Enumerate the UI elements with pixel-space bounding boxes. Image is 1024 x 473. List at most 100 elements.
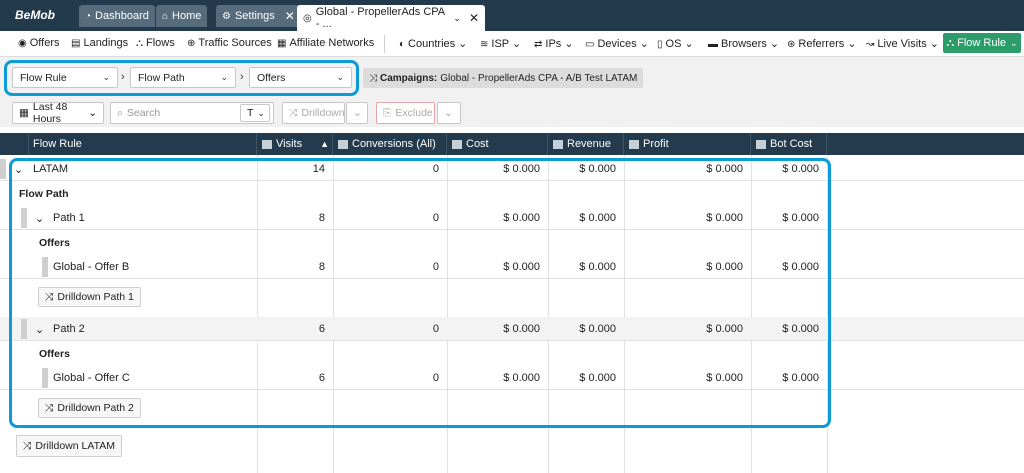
close-icon[interactable]: ✕ (285, 9, 295, 23)
chevron-down-icon: ⌄ (1010, 37, 1018, 48)
nav-label: Devices (597, 38, 637, 50)
search-placeholder: Search (126, 107, 161, 119)
flows-icon: ⛬ (136, 38, 143, 49)
nav-label: Flows (146, 37, 175, 49)
nav-label: OS (665, 38, 682, 50)
chart-line-icon: ↝ (866, 39, 875, 50)
nav-flows[interactable]: ⛬ Flows (136, 37, 175, 49)
nav-label: ISP (491, 38, 509, 50)
campaign-filter-badge[interactable]: ⤨ Campaigns: Global - PropellerAds CPA - A… (363, 68, 644, 88)
nav-ips[interactable]: ⇄ IPs ⌄ (534, 37, 574, 50)
nav-os[interactable]: ▯ OS ⌄ (657, 37, 694, 50)
nav-label: Landings (83, 37, 129, 49)
chevron-down-icon: ⌄ (257, 107, 265, 118)
nav-referrers[interactable]: ⊛ Referrers ⌄ (787, 37, 857, 50)
filter-icon[interactable] (553, 139, 563, 149)
tab-label: Dashboard (95, 10, 149, 22)
bemob-logo: BeMob (15, 8, 55, 22)
rows-highlight (9, 158, 831, 428)
nav-traffic-sources[interactable]: ⊕ Traffic Sources (187, 37, 272, 49)
nav-live-visits[interactable]: ↝ Live Visits ⌄ (866, 37, 939, 50)
nav-countries[interactable]: ◐ Countries ⌄ (399, 37, 467, 50)
col-revenue[interactable]: Revenue (548, 133, 624, 155)
row-handle-col (0, 133, 29, 155)
search-mode-value: T (247, 107, 254, 119)
drilldown-button[interactable]: ⤨ Drilldown (282, 102, 345, 124)
browser-icon: ▬ (708, 39, 718, 50)
nav-flow-rule[interactable]: ⛬ Flow Rule ⌄ (943, 33, 1021, 53)
nav-label: Live Visits (877, 38, 927, 50)
drilldown-latam-button[interactable]: ⤨ Drilldown LATAM (16, 435, 122, 457)
globe-icon: ⊕ (187, 38, 196, 49)
exclude-label: Exclude (395, 107, 433, 119)
col-label: Revenue (567, 138, 612, 150)
sort-up-icon: ▲ (320, 139, 330, 149)
chevron-down-icon[interactable]: ⌄ (453, 13, 461, 24)
exclude-icon: ⎘ (383, 106, 392, 119)
wifi-icon: ≋ (480, 39, 489, 50)
col-bot-cost[interactable]: Bot Cost (751, 133, 827, 155)
col-label: Bot Cost (770, 138, 813, 150)
table-header: Flow Rule Visits ▲ Conversions (All) Cost… (0, 133, 1024, 155)
nav-label: Browsers (721, 38, 767, 50)
tab-label: Settings (234, 10, 275, 22)
report-nav-bar: ◉ Offers ▤ Landings ⛬ Flows ⊕ Traffic Source… (0, 31, 1024, 57)
search-icon: ⌕ (117, 106, 123, 119)
drilldown-menu-button[interactable]: ⌄ (346, 102, 368, 124)
filter-icon[interactable] (756, 139, 766, 149)
col-cost[interactable]: Cost (447, 133, 548, 155)
nav-affiliate-networks[interactable]: ▦ Affiliate Networks (277, 37, 374, 49)
exclude-menu-button[interactable]: ⌄ (437, 102, 461, 124)
nav-label: IPs (545, 38, 562, 50)
filter-icon[interactable] (262, 139, 272, 149)
home-icon: ⌂ (162, 10, 169, 22)
nav-offers[interactable]: ◉ Offers (18, 37, 60, 49)
col-label: Flow Rule (33, 138, 82, 150)
col-label: Profit (643, 138, 669, 150)
compass-icon: ⊛ (787, 39, 796, 50)
col-label: Conversions (All) (352, 138, 436, 150)
nav-label: Flow Rule (957, 37, 1007, 49)
building-icon: ▦ (277, 38, 287, 49)
filter-icon[interactable] (452, 139, 462, 149)
nav-devices[interactable]: ▭ Devices ⌄ (585, 37, 649, 50)
date-range-select[interactable]: ▦ Last 48 Hours ⌄ (12, 101, 104, 125)
globe-icon: ◐ (399, 39, 406, 50)
offers-icon: ◉ (18, 38, 27, 49)
tab-home[interactable]: ⌂ Home (156, 5, 208, 27)
shuffle-icon: ⤨ (289, 106, 298, 119)
chevron-down-icon: ⌄ (88, 107, 97, 119)
nav-browsers[interactable]: ▬ Browsers ⌄ (708, 37, 779, 50)
nav-label: Traffic Sources (198, 37, 272, 49)
filter-icon[interactable] (629, 139, 639, 149)
flow-rule-icon: ⛬ (946, 36, 955, 49)
tab-dashboard[interactable]: ◔ Dashboard (79, 5, 155, 27)
nav-isp[interactable]: ≋ ISP ⌄ (480, 37, 521, 50)
col-visits[interactable]: Visits ▲ (257, 133, 333, 155)
top-bar: BeMob ◔ Dashboard ⌂ Home ⚙ Settings ✕ ◎ Globa… (0, 0, 1024, 31)
target-icon: ◎ (303, 12, 312, 24)
gear-icon: ⚙ (222, 10, 231, 22)
nav-landings[interactable]: ▤ Landings (71, 37, 128, 49)
exclude-button[interactable]: ⎘ Exclude (376, 102, 435, 124)
search-mode-select[interactable]: T ⌄ (240, 104, 270, 122)
date-range-value: Last 48 Hours (32, 101, 68, 125)
close-icon[interactable]: ✕ (469, 11, 479, 25)
landings-icon: ▤ (71, 38, 81, 49)
mobile-icon: ▯ (657, 39, 663, 50)
shuffle-icon: ⤨ (23, 439, 32, 452)
col-flow-rule[interactable]: Flow Rule (29, 133, 257, 155)
shuffle-icon: ⤨ (369, 72, 377, 84)
calendar-icon: ▦ (19, 107, 29, 119)
exchange-icon: ⇄ (534, 39, 543, 50)
tab-campaign[interactable]: ◎ Global - PropellerAds CPA - ... ⌄ ✕ (297, 5, 485, 31)
filter-icon[interactable] (338, 139, 348, 149)
nav-label: Referrers (798, 38, 845, 50)
col-label: Cost (466, 138, 489, 150)
col-conversions[interactable]: Conversions (All) (333, 133, 447, 155)
col-profit[interactable]: Profit (624, 133, 751, 155)
gauge-icon: ◔ (85, 10, 92, 22)
campaign-label: Campaigns: (380, 72, 438, 84)
tab-settings[interactable]: ⚙ Settings ✕ (216, 5, 301, 27)
nav-label: Offers (29, 37, 60, 49)
